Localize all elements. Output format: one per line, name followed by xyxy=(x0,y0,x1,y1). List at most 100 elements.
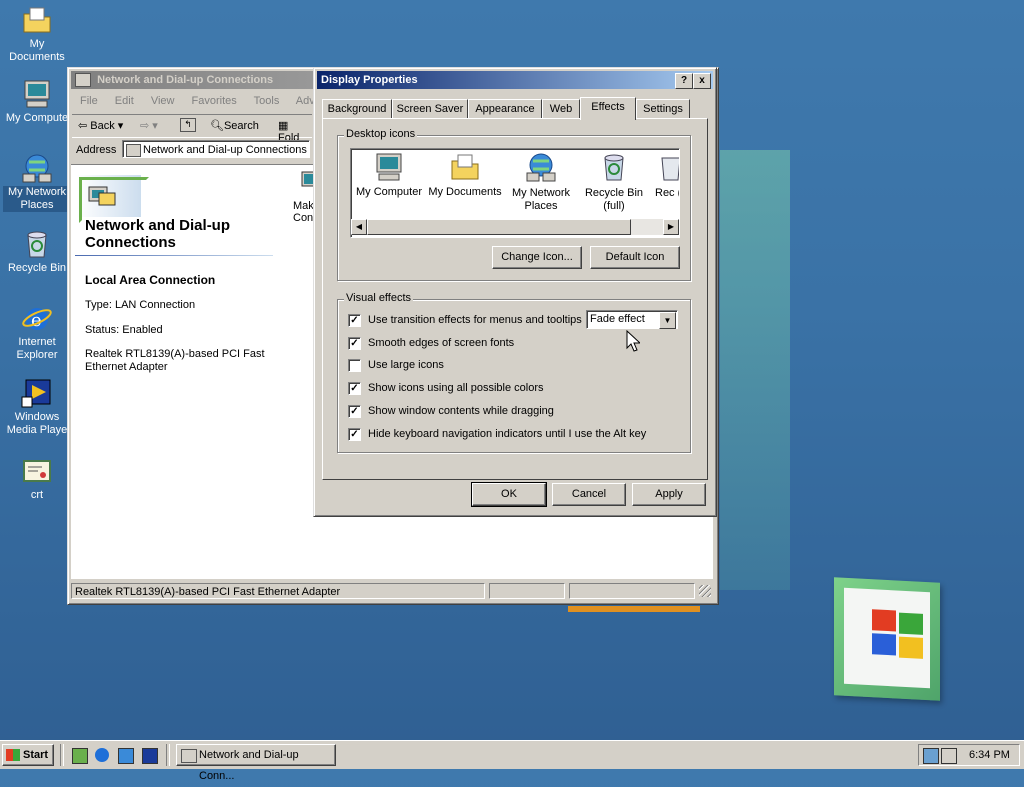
desktop-icon-my-documents[interactable]: My Documents xyxy=(0,4,74,64)
back-arrow-icon: ⇦ xyxy=(78,120,91,132)
certificate-icon xyxy=(21,455,53,487)
system-tray: 6:34 PM xyxy=(918,744,1020,766)
connection-name: Local Area Connection xyxy=(85,273,216,287)
change-icon-button[interactable]: Change Icon... xyxy=(492,246,582,269)
resize-grip[interactable] xyxy=(699,585,711,597)
network-folder-icon xyxy=(181,749,197,763)
horizontal-scrollbar[interactable]: ◀ ▶ xyxy=(351,219,679,235)
desktop-icon-crt[interactable]: crt xyxy=(0,455,74,502)
desktop-orange-stripe xyxy=(568,606,700,612)
tab-appearance[interactable]: Appearance xyxy=(468,99,542,119)
transition-effect-select[interactable]: Fade effect ▼ xyxy=(586,310,678,329)
tab-settings[interactable]: Settings xyxy=(636,99,690,119)
address-bar: Address Network and Dial-up Connections xyxy=(72,140,312,160)
checkbox-window-dragging[interactable]: ✓ xyxy=(348,405,361,418)
network-places-icon xyxy=(21,152,53,184)
default-icon-button[interactable]: Default Icon xyxy=(590,246,680,269)
internet-explorer-icon[interactable] xyxy=(95,748,109,762)
menu-view[interactable]: View xyxy=(151,95,175,107)
taskbar: Start Network and Dial-up Conn... 6:34 P… xyxy=(0,740,1024,782)
checkbox-large-icons[interactable] xyxy=(348,359,361,372)
task-button-network-connections[interactable]: Network and Dial-up Conn... xyxy=(176,744,336,782)
outlook-icon[interactable] xyxy=(118,748,134,764)
desktop-icon-media-player[interactable]: Windows Media Playe xyxy=(0,377,74,437)
visual-effects-group: Visual effects ✓ Use transition effects … xyxy=(337,292,691,453)
desktop-icons-group: Desktop icons My Computer My Documents M… xyxy=(337,128,691,281)
display-tray-icon[interactable] xyxy=(941,748,957,764)
tab-web[interactable]: Web xyxy=(542,99,580,119)
network-folder-icon xyxy=(75,73,91,88)
desktop-wallpaper-stripe xyxy=(720,150,790,590)
search-icon: 🔍︎ xyxy=(210,120,224,132)
windows-logo xyxy=(834,577,940,701)
address-label: Address xyxy=(76,144,117,156)
my-computer-icon xyxy=(21,78,53,110)
help-button[interactable]: ? xyxy=(675,73,693,89)
list-item-recycle-bin-empty[interactable]: Rec (e xyxy=(655,151,679,200)
display-properties-dialog: Display Properties ? x Background Screen… xyxy=(313,67,717,517)
close-button[interactable]: x xyxy=(693,73,711,89)
menu-file[interactable]: File xyxy=(80,95,98,107)
list-item-my-computer[interactable]: My Computer xyxy=(355,151,423,198)
tab-effects[interactable]: Effects xyxy=(580,97,636,120)
recycle-bin-icon xyxy=(604,154,624,181)
checkbox-all-colors[interactable]: ✓ xyxy=(348,382,361,395)
show-desktop-icon[interactable] xyxy=(72,748,88,764)
tab-panel: Desktop icons My Computer My Documents M… xyxy=(322,118,708,480)
cancel-button[interactable]: Cancel xyxy=(552,483,626,506)
page-heading: Network and Dial-up Connections xyxy=(85,217,231,251)
desktop-icons-list[interactable]: My Computer My Documents My Network Plac… xyxy=(350,148,680,238)
folder-documents-icon xyxy=(21,4,53,36)
dialog-titlebar[interactable]: Display Properties ? x xyxy=(317,71,713,89)
recycle-bin-icon xyxy=(21,228,53,260)
list-item-network-places[interactable]: My Network Places xyxy=(507,151,575,213)
start-button[interactable]: Start xyxy=(2,744,54,766)
recycle-bin-icon xyxy=(661,157,679,181)
back-button[interactable]: ⇦ Back ▾ xyxy=(78,119,123,132)
folders-icon: ▦ xyxy=(278,120,289,132)
dialog-title: Display Properties xyxy=(321,74,418,86)
media-player-icon[interactable] xyxy=(142,748,158,764)
scroll-right-arrow-icon[interactable]: ▶ xyxy=(663,219,679,235)
connection-status: Status: Enabled xyxy=(85,324,163,336)
list-item-my-documents[interactable]: My Documents xyxy=(427,151,503,198)
menu-edit[interactable]: Edit xyxy=(115,95,134,107)
heading-divider xyxy=(75,255,273,256)
list-item-recycle-bin-full[interactable]: Recycle Bin (full) xyxy=(579,151,649,213)
scroll-left-arrow-icon[interactable]: ◀ xyxy=(351,219,367,235)
my-computer-icon xyxy=(376,153,402,181)
tab-background[interactable]: Background xyxy=(322,99,392,119)
checkbox-transition-effects[interactable]: ✓ xyxy=(348,314,361,327)
network-tray-icon[interactable] xyxy=(923,748,939,764)
taskbar-divider xyxy=(166,744,170,766)
network-places-icon xyxy=(526,153,556,182)
ok-button[interactable]: OK xyxy=(471,482,547,507)
chevron-down-icon[interactable]: ▼ xyxy=(659,312,676,329)
forward-button[interactable]: ⇨ ▾ xyxy=(140,119,158,132)
desktop-icon-recycle-bin[interactable]: Recycle Bin xyxy=(0,228,74,275)
search-button[interactable]: 🔍︎Search xyxy=(210,119,259,132)
checkbox-hide-keyboard-indicators[interactable]: ✓ xyxy=(348,428,361,441)
desktop-icon-my-computer[interactable]: My Compute xyxy=(0,78,74,125)
apply-button[interactable]: Apply xyxy=(632,483,706,506)
explorer-toolbar: ⇦ Back ▾ ⇨ ▾ ↰ 🔍︎Search ▦ Fold xyxy=(72,114,312,144)
menu-tools[interactable]: Tools xyxy=(254,95,280,107)
network-folder-icon xyxy=(126,144,141,157)
windows-flag-icon xyxy=(6,749,20,761)
media-player-icon xyxy=(21,377,53,409)
statusbar-text: Realtek RTL8139(A)-based PCI Fast Ethern… xyxy=(71,583,485,599)
statusbar-pane xyxy=(489,583,565,599)
taskbar-divider xyxy=(60,744,64,766)
scrollbar-thumb[interactable] xyxy=(367,219,631,235)
clock[interactable]: 6:34 PM xyxy=(969,749,1010,761)
desktop-icon-internet-explorer[interactable]: e Internet Explorer xyxy=(0,302,74,362)
address-input[interactable]: Network and Dial-up Connections xyxy=(122,140,310,158)
tab-screen-saver[interactable]: Screen Saver xyxy=(392,99,468,119)
checkbox-smooth-fonts[interactable]: ✓ xyxy=(348,337,361,350)
up-folder-icon[interactable]: ↰ xyxy=(180,118,196,132)
network-connections-icon xyxy=(75,169,149,223)
connection-adapter: Realtek RTL8139(A)-based PCI Fast Ethern… xyxy=(85,348,265,373)
menu-favorites[interactable]: Favorites xyxy=(192,95,237,107)
desktop-icon-network-places[interactable]: My Network Places xyxy=(0,152,74,212)
connection-type: Type: LAN Connection xyxy=(85,299,196,311)
